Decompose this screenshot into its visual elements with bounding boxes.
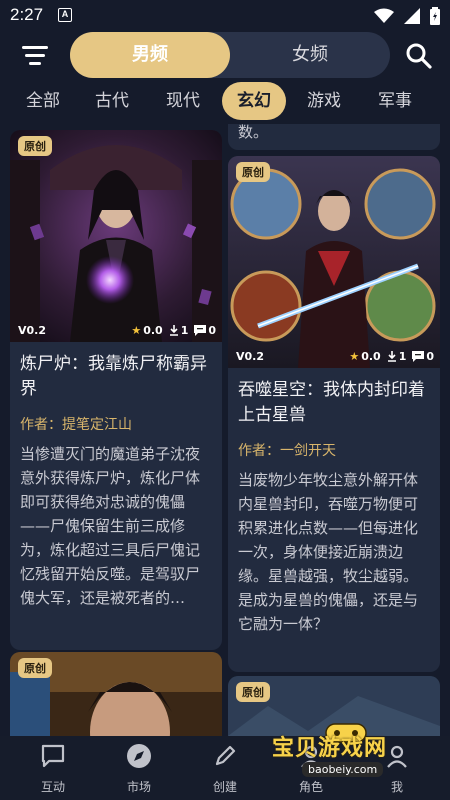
tab-military[interactable]: 军事 — [364, 82, 426, 120]
watermark-logo: 宝贝游戏网 baobeiy.com — [272, 722, 422, 782]
nav-label: 市场 — [126, 780, 151, 794]
category-tabs: 全部 古代 现代 玄幻 游戏 军事 — [0, 82, 450, 122]
watermark-url: baobeiy.com — [302, 762, 384, 777]
comment-count: 0 — [208, 324, 216, 337]
signal-icon — [404, 8, 420, 24]
book-description: 当惨遭灭门的魔道弟子沈夜意外获得炼尸炉，炼化尸体即可获得绝对忠诚的傀儡——尸傀保… — [20, 445, 201, 607]
star-icon: ★ — [349, 350, 360, 363]
book-cover-image: 原创 V0.2 ★ 0.0 1 0 — [228, 156, 440, 368]
original-badge: 原创 — [18, 658, 52, 678]
tab-game[interactable]: 游戏 — [294, 82, 354, 120]
download-icon — [387, 351, 396, 362]
tab-fantasy[interactable]: 玄幻 — [222, 82, 286, 120]
tab-all[interactable]: 全部 — [14, 82, 72, 120]
tab-modern[interactable]: 现代 — [152, 82, 214, 120]
download-icon — [169, 325, 178, 336]
notification-a-icon: A — [58, 8, 72, 22]
nav-interact[interactable]: 互动 — [13, 742, 93, 798]
book-card[interactable]: 原创 V0.2 ★ 0.0 1 0 炼尸炉：我靠炼尸称霸异界 作者：提笔定江山 当… — [10, 130, 222, 650]
status-bar: 2:27 A — [0, 0, 450, 32]
comment-count: 0 — [426, 350, 434, 363]
original-badge: 原创 — [236, 682, 270, 702]
book-cover-image: 原创 — [10, 652, 222, 736]
chat-icon — [41, 744, 65, 768]
wifi-icon — [374, 8, 394, 23]
book-author: 作者：一剑开天 — [238, 443, 336, 459]
filter-menu-icon[interactable] — [22, 46, 48, 66]
version-label: V0.2 — [18, 324, 46, 337]
status-time: 2:27 — [10, 5, 44, 24]
book-card[interactable]: 原创 V0.2 ★ 0.0 1 0 吞噬星空：我体内封印着上古星兽 作者：一剑开天… — [228, 156, 440, 672]
original-badge: 原创 — [18, 136, 52, 156]
pencil-icon — [215, 745, 236, 766]
battery-icon — [430, 7, 440, 25]
book-feed[interactable]: 数。 原创 V0.2 ★ 0.0 1 0 炼尸炉：我靠炼尸称霸异界 作者：提笔定… — [0, 124, 450, 736]
rating-value: 0.0 — [143, 324, 163, 337]
book-card[interactable]: 原创 — [10, 652, 222, 736]
version-label: V0.2 — [236, 350, 264, 363]
nav-label: 互动 — [40, 780, 65, 794]
search-icon[interactable] — [405, 42, 433, 70]
top-bar: 男频 女频 — [0, 32, 450, 78]
star-icon: ★ — [131, 324, 142, 337]
comment-icon — [194, 325, 207, 336]
book-description: 数。 — [238, 124, 269, 141]
rating-value: 0.0 — [361, 350, 381, 363]
download-count: 1 — [398, 350, 407, 363]
nav-market[interactable]: 市场 — [99, 742, 179, 798]
book-card-previous[interactable]: 数。 — [228, 124, 440, 150]
book-stats: ★ 0.0 1 0 — [349, 350, 434, 363]
comment-icon — [412, 351, 425, 362]
gender-toggle: 男频 女频 — [70, 32, 390, 78]
nav-label: 创建 — [212, 780, 237, 794]
nav-create[interactable]: 创建 — [185, 742, 265, 798]
tab-male[interactable]: 男频 — [70, 32, 230, 78]
tab-female[interactable]: 女频 — [230, 32, 390, 78]
watermark-text: 宝贝游戏网 — [272, 736, 388, 761]
book-title: 吞噬星空：我体内封印着上古星兽 — [238, 380, 425, 425]
book-description: 当废物少年牧尘意外解开体内星兽封印，吞噬万物便可积累进化点数——但每进化一次，身… — [238, 471, 419, 633]
tab-ancient[interactable]: 古代 — [82, 82, 142, 120]
book-title: 炼尸炉：我靠炼尸称霸异界 — [20, 354, 207, 399]
book-stats: ★ 0.0 1 0 — [131, 324, 216, 337]
book-author: 作者：提笔定江山 — [20, 417, 132, 433]
compass-icon — [127, 744, 151, 768]
book-cover-image: 原创 V0.2 ★ 0.0 1 0 — [10, 130, 222, 342]
original-badge: 原创 — [236, 162, 270, 182]
download-count: 1 — [180, 324, 189, 337]
